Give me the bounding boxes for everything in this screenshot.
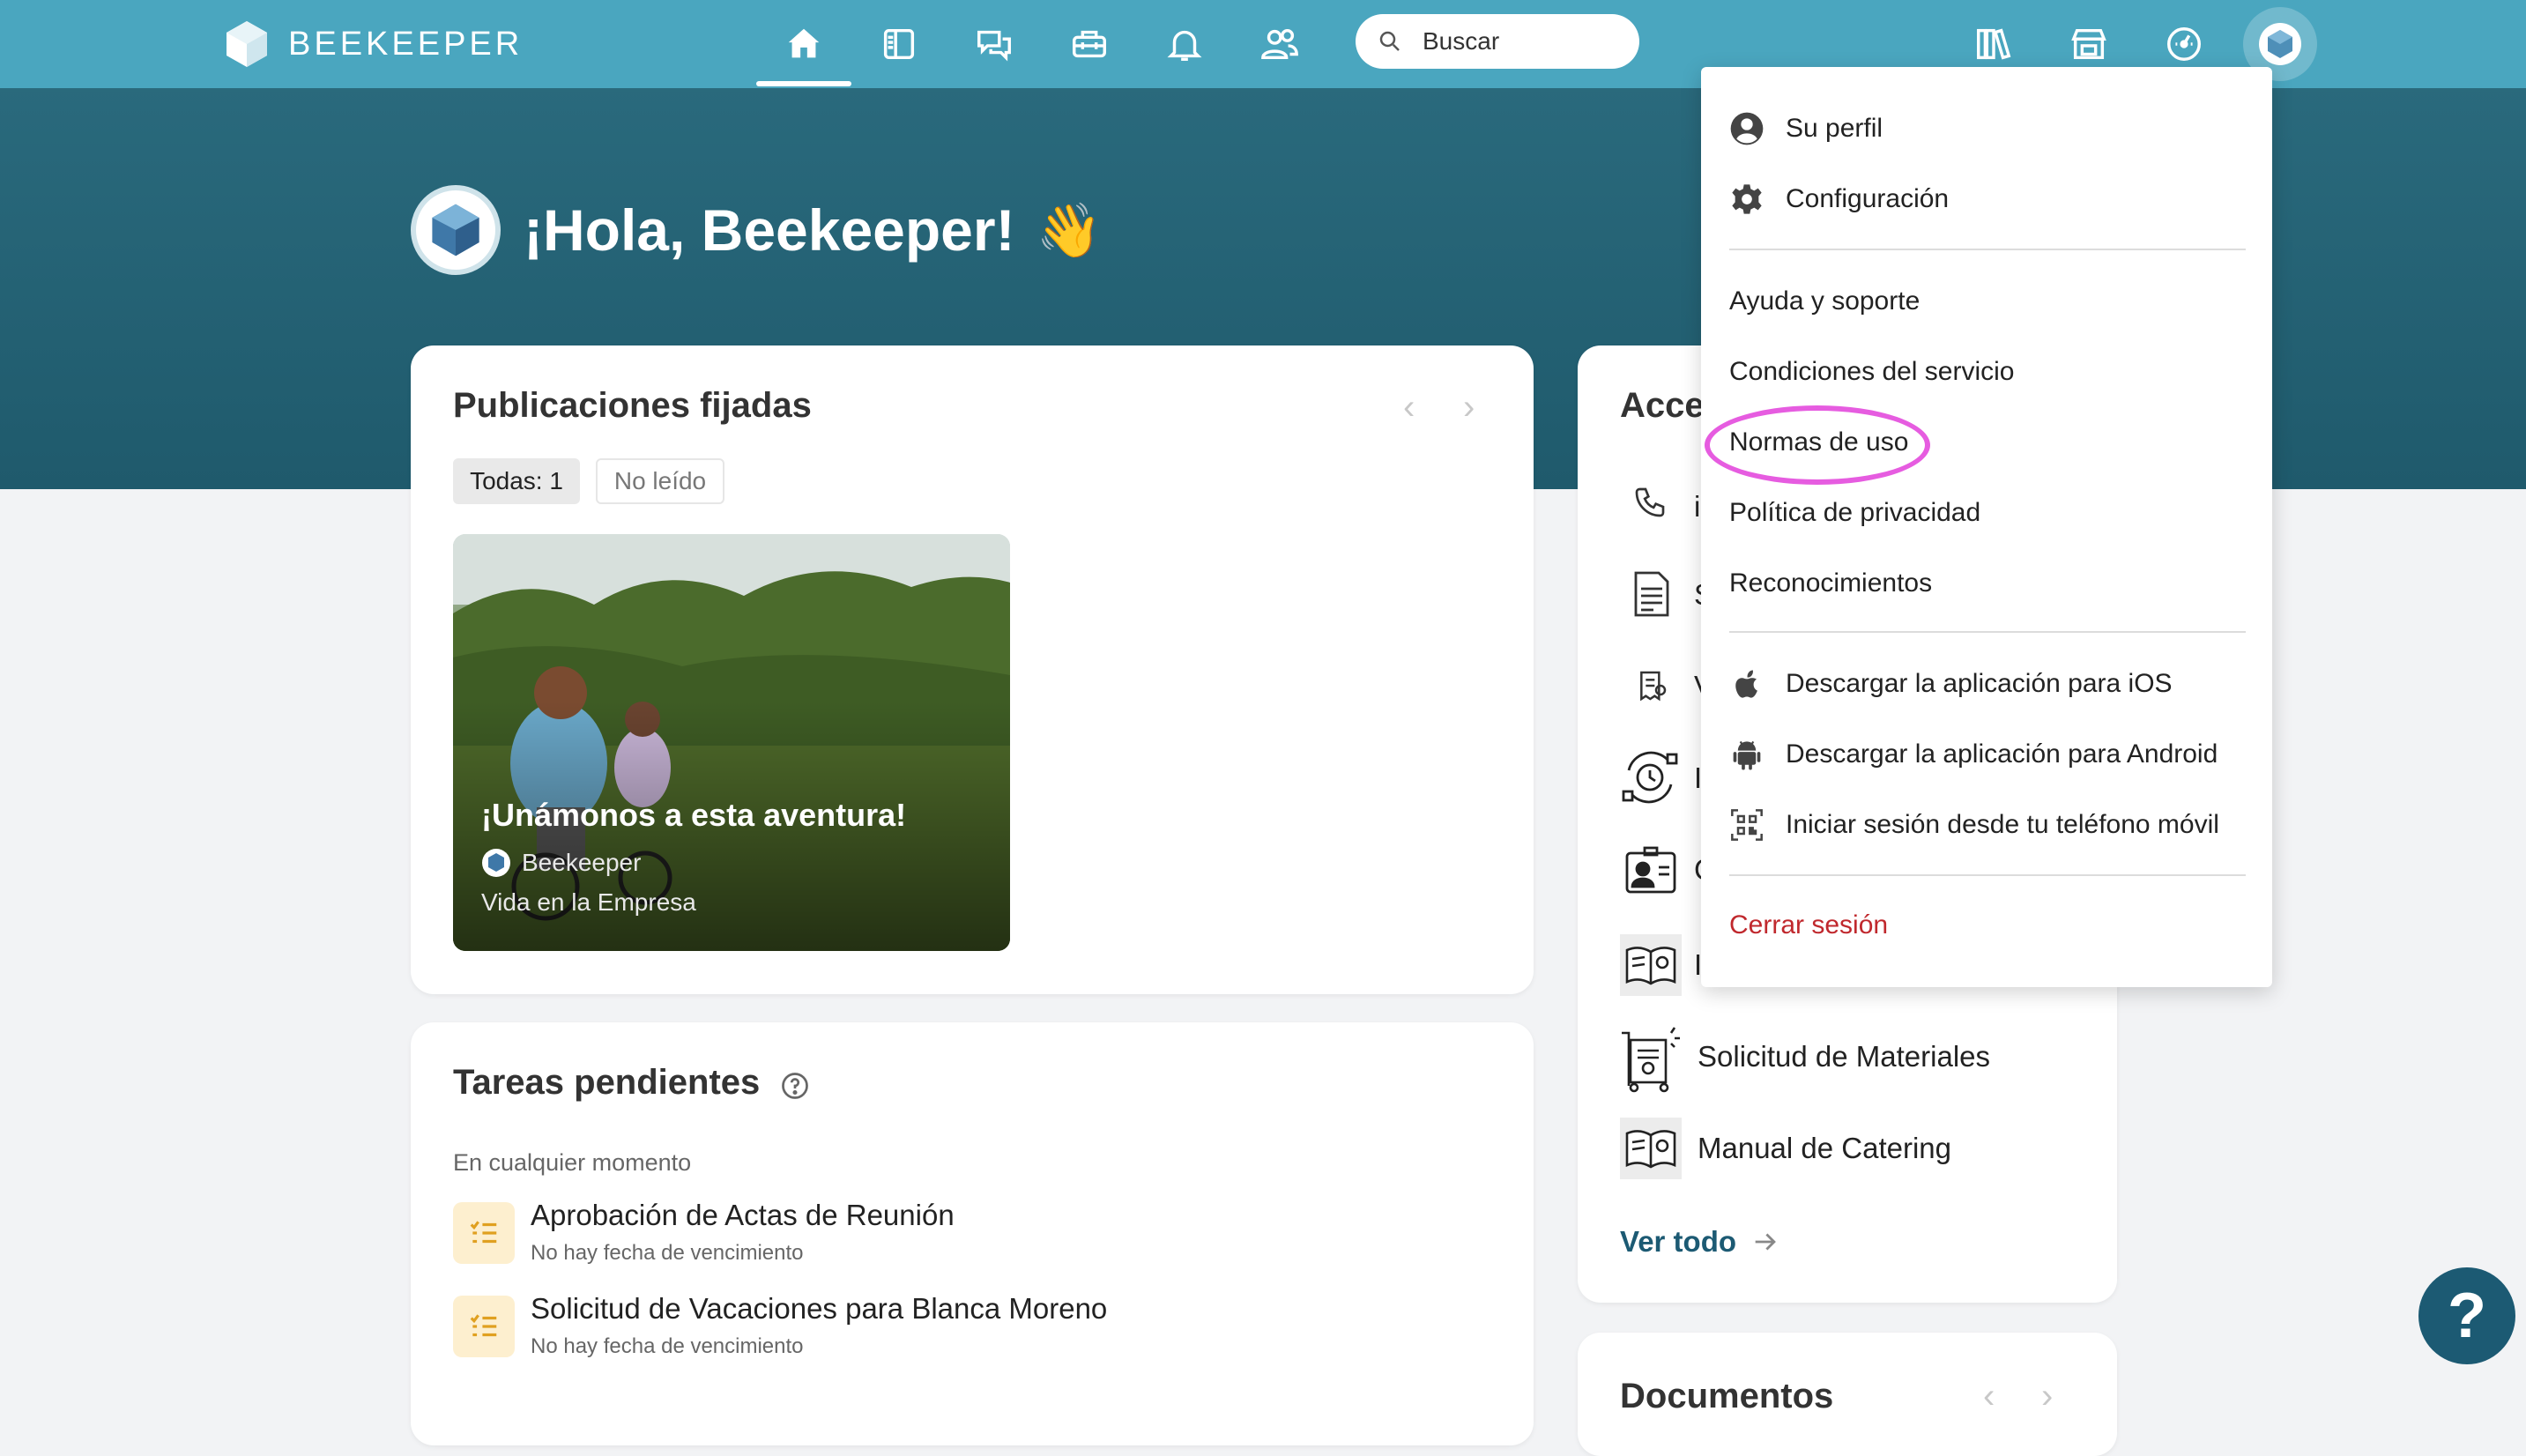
- annotation-highlight-circle: [1705, 405, 1930, 485]
- help-circle-icon[interactable]: [779, 1070, 811, 1102]
- greeting-avatar: [411, 185, 501, 275]
- search-icon: [1379, 31, 1400, 51]
- menu-item-profile[interactable]: Su perfil: [1701, 100, 1883, 157]
- nav-news-feed[interactable]: [876, 23, 922, 65]
- checklist-icon: [470, 1221, 497, 1244]
- menu-item-logout[interactable]: Cerrar sesión: [1701, 897, 1888, 954]
- avatar-icon: [432, 204, 479, 256]
- nav-library[interactable]: [1971, 23, 2017, 65]
- filter-all[interactable]: Todas: 1: [453, 458, 580, 504]
- task-item-1-due: No hay fecha de vencimiento: [531, 1241, 804, 1265]
- menu-item-credits[interactable]: Reconocimientos: [1701, 555, 1932, 612]
- greeting-header: ¡Hola, Beekeeper! 👋: [411, 185, 1102, 275]
- search-box[interactable]: [1356, 14, 1639, 69]
- chevron-right-icon[interactable]: ›: [1463, 388, 1475, 427]
- id-card-icon: [1625, 846, 1676, 894]
- menu-item-settings[interactable]: Configuración: [1701, 171, 1949, 227]
- menu-item-android-label: Descargar la aplicación para Android: [1786, 739, 2218, 769]
- menu-item-mobile-login[interactable]: Iniciar sesión desde tu teléfono móvil: [1701, 797, 2219, 853]
- arrow-right-icon: [1755, 1233, 1776, 1251]
- nav-chats[interactable]: [971, 23, 1017, 65]
- author-avatar-icon: [482, 849, 510, 877]
- post-author: Beekeeper: [481, 848, 641, 878]
- menu-divider: [1729, 874, 2246, 876]
- menu-item-ios[interactable]: Descargar la aplicación para iOS: [1701, 656, 2173, 712]
- menu-item-settings-label: Configuración: [1786, 184, 1950, 213]
- task-item-2-title[interactable]: Solicitud de Vacaciones para Blanca More…: [531, 1292, 1107, 1326]
- help-button[interactable]: ?: [2418, 1267, 2515, 1364]
- documents-title: Documentos: [1620, 1377, 1834, 1415]
- access-item-1-label[interactable]: i: [1694, 490, 1700, 524]
- chat-icon: [977, 30, 1011, 62]
- app-logo[interactable]: BEEKEEPER: [225, 19, 523, 69]
- menu-item-ios-label: Descargar la aplicación para iOS: [1786, 669, 2173, 698]
- tasks-group-label: En cualquier momento: [453, 1149, 692, 1176]
- task-item-1-icon: [453, 1202, 515, 1264]
- pinned-post[interactable]: ¡Unámonos a esta aventura! Beekeeper Vid…: [453, 534, 1010, 951]
- menu-item-help[interactable]: Ayuda y soporte: [1701, 273, 1920, 330]
- library-icon: [1977, 28, 2011, 60]
- chevron-right-icon[interactable]: ›: [2041, 1377, 2053, 1416]
- user-menu-dropdown: Su perfil Configuración Ayuda y soporte …: [1701, 67, 2272, 987]
- receipt-icon: [1640, 671, 1667, 702]
- post-category: Vida en la Empresa: [481, 888, 696, 916]
- access-item-catering-label[interactable]: Manual de Catering: [1698, 1132, 1951, 1165]
- post-author-name: Beekeeper: [522, 849, 642, 876]
- process-cycle-icon: [1622, 751, 1678, 804]
- chevron-left-icon[interactable]: ‹: [1403, 388, 1415, 427]
- phone-icon: [1635, 487, 1665, 517]
- menu-item-android[interactable]: Descargar la aplicación para Android: [1701, 726, 2218, 783]
- search-input[interactable]: [1421, 26, 1636, 56]
- toolbox-icon: [1073, 30, 1106, 58]
- dashboard-icon: [2167, 27, 2201, 61]
- gear-icon: [1732, 184, 1762, 214]
- nav-people[interactable]: [1257, 23, 1303, 65]
- qr-code-icon: [1731, 809, 1763, 841]
- checklist-icon: [470, 1314, 497, 1337]
- greeting-title: ¡Hola, Beekeeper!: [524, 197, 1015, 263]
- bell-icon: [1167, 30, 1202, 61]
- see-all-link[interactable]: Ver todo: [1620, 1225, 1780, 1259]
- menu-divider: [1729, 631, 2246, 633]
- filter-unread[interactable]: No leído: [596, 458, 724, 504]
- nav-store[interactable]: [2066, 23, 2112, 65]
- menu-item-mobile-login-label: Iniciar sesión desde tu teléfono móvil: [1786, 810, 2219, 839]
- news-feed-icon: [883, 28, 915, 60]
- nav-home[interactable]: [781, 23, 827, 65]
- brand-name: BEEKEEPER: [288, 25, 524, 63]
- document-icon: [1634, 571, 1669, 617]
- menu-item-profile-label: Su perfil: [1786, 114, 1883, 143]
- android-icon: [1733, 740, 1761, 770]
- apple-icon: [1735, 670, 1757, 698]
- chevron-left-icon[interactable]: ‹: [1983, 1377, 1995, 1416]
- open-book-icon: [1620, 934, 1682, 996]
- quick-access-title: Acce: [1620, 386, 1705, 425]
- pinned-posts-title: Publicaciones fijadas: [453, 386, 812, 425]
- pending-tasks-title: Tareas pendientes: [453, 1063, 761, 1102]
- access-item-materials-label[interactable]: Solicitud de Materiales: [1698, 1040, 1990, 1073]
- waving-hand-emoji: 👋: [1036, 200, 1103, 260]
- menu-item-privacy[interactable]: Política de privacidad: [1701, 485, 1980, 541]
- nav-active-indicator: [756, 81, 851, 86]
- nav-tools[interactable]: [1066, 23, 1112, 65]
- store-icon: [2071, 28, 2106, 60]
- catering-manual-icon: [1620, 1118, 1682, 1179]
- task-item-1-title[interactable]: Aprobación de Actas de Reunión: [531, 1199, 955, 1232]
- nav-notifications[interactable]: [1162, 23, 1207, 65]
- user-circle-icon: [1730, 112, 1764, 145]
- menu-divider: [1729, 249, 2246, 250]
- task-item-2-due: No hay fecha de vencimiento: [531, 1334, 804, 1358]
- nav-dashboard[interactable]: [2161, 23, 2207, 65]
- materials-request-icon: [1622, 1027, 1680, 1093]
- avatar-icon: [2259, 23, 2301, 65]
- menu-item-terms[interactable]: Condiciones del servicio: [1701, 344, 2015, 400]
- people-icon: [1261, 28, 1298, 60]
- see-all-label: Ver todo: [1620, 1225, 1737, 1258]
- beekeeper-logo-icon: [227, 21, 267, 67]
- home-icon: [788, 28, 820, 58]
- post-title: ¡Unámonos a esta aventura!: [481, 797, 907, 833]
- task-item-2-icon: [453, 1296, 515, 1357]
